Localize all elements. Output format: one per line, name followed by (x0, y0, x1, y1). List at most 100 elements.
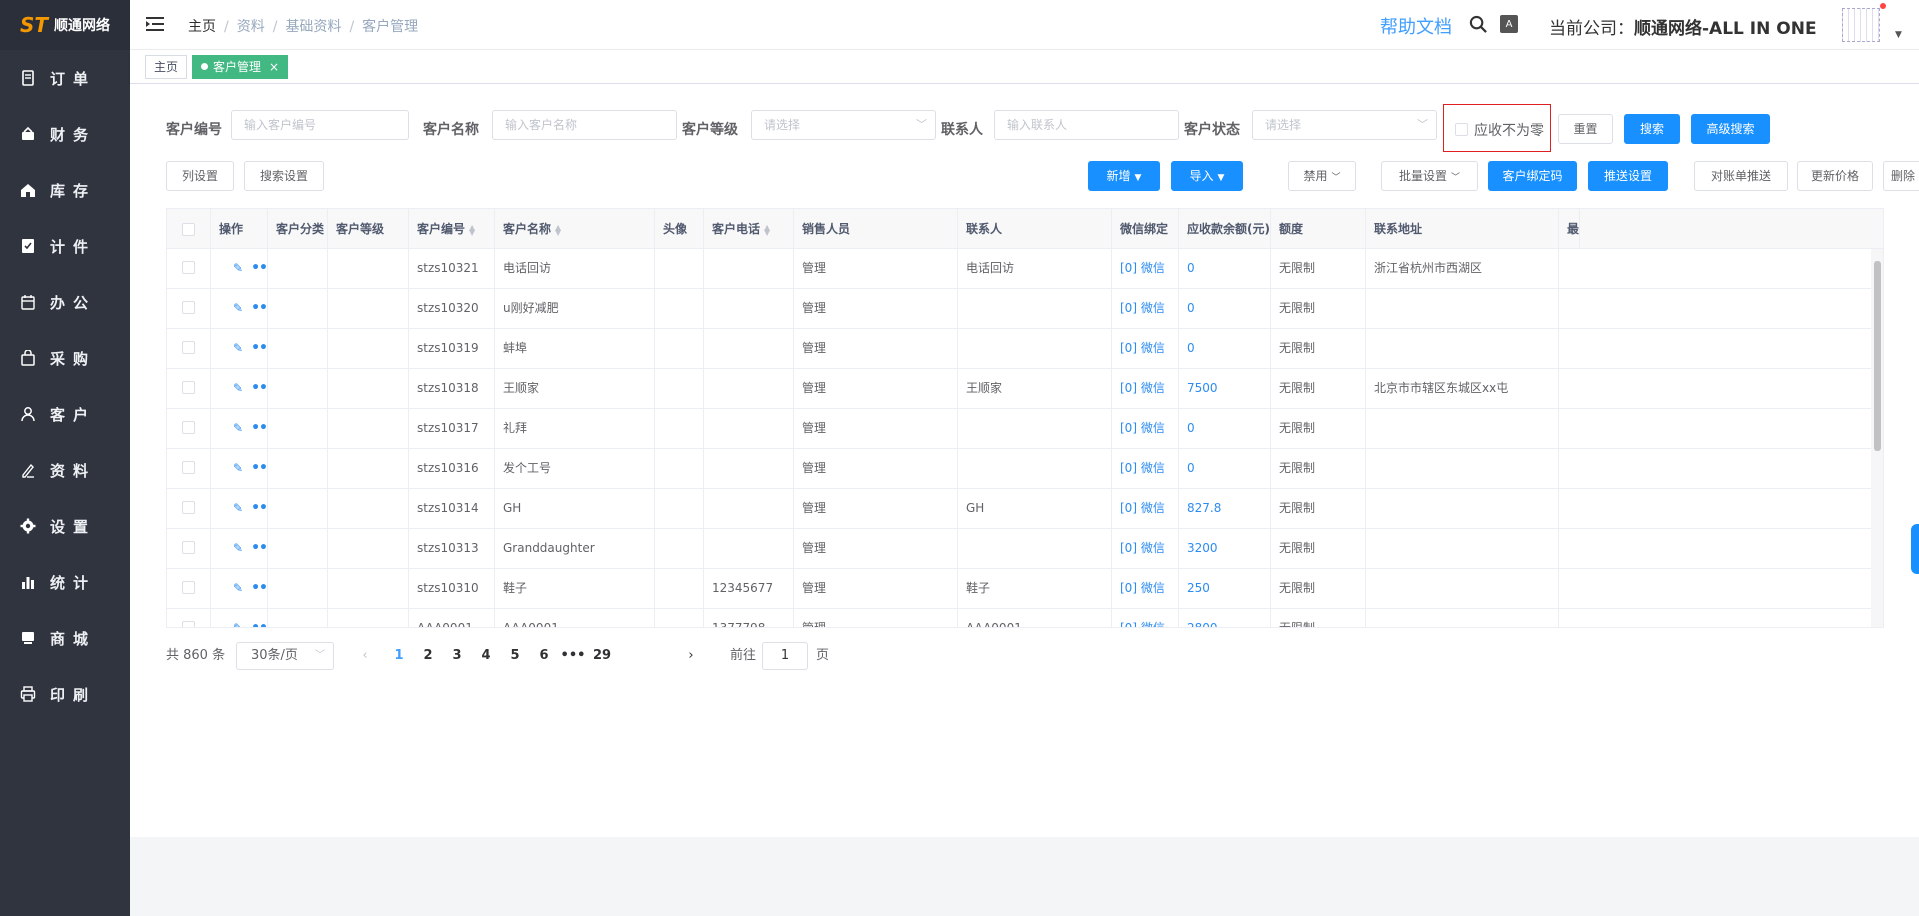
more-icon[interactable]: ••• (251, 340, 267, 356)
avatar[interactable] (1842, 8, 1880, 42)
more-icon[interactable]: ••• (251, 620, 267, 627)
table-cell[interactable]: [0] 微信 (1112, 529, 1179, 569)
table-row[interactable]: ✎ ••• stzs10317礼拜 管理 [0] 微信0无限制 (167, 409, 1883, 449)
row-checkbox[interactable] (182, 421, 195, 434)
sidebar-item-customer[interactable]: 客户 (0, 386, 130, 442)
edit-icon[interactable]: ✎ (233, 581, 243, 595)
more-icon[interactable]: ••• (251, 500, 267, 516)
update-price-button[interactable]: 更新价格 (1797, 161, 1873, 191)
customer-status-select[interactable]: 请选择 ﹀ (1252, 110, 1437, 140)
page-number[interactable]: 5 (500, 642, 530, 672)
push-settings-button[interactable]: 推送设置 (1588, 161, 1668, 191)
table-row[interactable]: ✎•••stzs10310鞋子12345677管理鞋子[0] 微信250无限制 (167, 569, 1883, 609)
page-size-select[interactable]: 30条/页 ﹀ (236, 642, 334, 670)
table-row[interactable]: ✎•••stzs10314GH管理GH[0] 微信827.8无限制 (167, 489, 1883, 529)
page-number[interactable]: 29 (587, 642, 617, 672)
table-cell[interactable]: 250 (1179, 569, 1271, 609)
more-icon[interactable]: ••• (251, 420, 267, 436)
table-cell[interactable]: 0 (1179, 329, 1271, 369)
table-row[interactable]: ✎ ••• stzs10319蚌埠 管理 [0] 微信0无限制 (167, 329, 1883, 369)
table-cell[interactable]: 0 (1179, 409, 1271, 449)
page-number[interactable]: 1 (384, 642, 414, 672)
add-button[interactable]: 新增 ▼ (1088, 161, 1160, 191)
row-checkbox[interactable] (182, 301, 195, 314)
table-row[interactable]: ✎•••stzs10321电话回访管理电话回访[0] 微信0无限制浙江省杭州市西… (167, 249, 1883, 289)
edit-icon[interactable]: ✎ (233, 621, 243, 627)
table-cell[interactable]: [0] 微信 (1112, 489, 1179, 529)
logo[interactable]: ST 顺通网络 (0, 0, 130, 50)
edit-icon[interactable]: ✎ (233, 381, 243, 395)
sidebar-item-order[interactable]: 订单 (0, 50, 130, 106)
contact-input[interactable]: 输入联系人 (994, 110, 1179, 140)
next-page-icon[interactable]: › (676, 642, 706, 672)
more-icon[interactable]: ••• (251, 580, 267, 596)
edit-icon[interactable]: ✎ (233, 261, 243, 275)
more-icon[interactable]: ••• (251, 300, 267, 316)
edit-icon[interactable]: ✎ (233, 301, 243, 315)
table-cell[interactable]: 7500 (1179, 369, 1271, 409)
sidebar-item-settings[interactable]: 设置 (0, 498, 130, 554)
column-header[interactable]: 客户电话 ▲ ▼ (704, 209, 794, 249)
table-cell[interactable]: [0] 微信 (1112, 569, 1179, 609)
row-checkbox[interactable] (182, 621, 195, 627)
edit-icon[interactable]: ✎ (233, 461, 243, 475)
goto-page-input[interactable]: 1 (762, 642, 808, 670)
sidebar-item-mall[interactable]: 商城 (0, 610, 130, 666)
sidebar-item-office[interactable]: 办公 (0, 274, 130, 330)
row-checkbox[interactable] (182, 541, 195, 554)
batch-settings-button[interactable]: 批量设置 ﹀ (1381, 161, 1478, 191)
vertical-scrollbar[interactable] (1871, 249, 1883, 627)
more-icon[interactable]: ••• (251, 540, 267, 556)
edit-icon[interactable]: ✎ (233, 421, 243, 435)
sort-icon[interactable]: ▲ ▼ (764, 223, 770, 236)
sidebar-item-print[interactable]: 印刷 (0, 666, 130, 722)
checkbox[interactable] (1455, 122, 1468, 136)
customer-level-select[interactable]: 请选择 ﹀ (751, 110, 936, 140)
table-cell[interactable]: [0] 微信 (1112, 249, 1179, 289)
more-icon[interactable]: ••• (251, 260, 267, 276)
close-icon[interactable]: × (269, 60, 279, 74)
disable-button[interactable]: 禁用 ﹀ (1288, 161, 1356, 191)
table-cell[interactable]: 3200 (1179, 529, 1271, 569)
page-number[interactable]: ••• (558, 642, 588, 672)
customer-name-input[interactable]: 输入客户名称 (492, 110, 677, 140)
table-row[interactable]: ✎ ••• stzs10320u刚好减肥 管理 [0] 微信0无限制 (167, 289, 1883, 329)
row-checkbox[interactable] (182, 461, 195, 474)
nonzero-receivable-checkbox[interactable]: 应收不为零 (1455, 120, 1544, 140)
breadcrumb-item[interactable]: 主页 (188, 19, 216, 35)
prev-page-icon[interactable]: ‹ (350, 642, 380, 672)
search-button[interactable]: 搜索 (1624, 114, 1680, 144)
table-row[interactable]: ✎ ••• stzs10316发个工号 管理 [0] 微信0无限制 (167, 449, 1883, 489)
column-header[interactable]: 客户编号 ▲ ▼ (409, 209, 495, 249)
help-docs-link[interactable]: 帮助文档 (1380, 13, 1452, 39)
sort-icon[interactable]: ▲ ▼ (469, 223, 475, 236)
customer-bind-code-button[interactable]: 客户绑定码 (1488, 161, 1577, 191)
sidebar-item-piecework[interactable]: 计件 (0, 218, 130, 274)
page-number[interactable]: 6 (529, 642, 559, 672)
row-checkbox[interactable] (182, 341, 195, 354)
table-cell[interactable]: 827.8 (1179, 489, 1271, 529)
customer-code-input[interactable]: 输入客户编号 (231, 110, 409, 140)
sort-icon[interactable]: ▲ ▼ (555, 223, 561, 236)
tag-home[interactable]: 主页 (145, 55, 188, 79)
sidebar-item-finance[interactable]: 财务 (0, 106, 130, 162)
sidebar-item-inventory[interactable]: 库存 (0, 162, 130, 218)
page-number[interactable]: 4 (471, 642, 501, 672)
edit-icon[interactable]: ✎ (233, 541, 243, 555)
delete-button[interactable]: 删除 (1883, 161, 1919, 191)
row-checkbox[interactable] (182, 261, 195, 274)
column-header[interactable]: 客户名称 ▲ ▼ (495, 209, 655, 249)
font-size-icon[interactable]: A (1500, 15, 1518, 33)
table-cell[interactable]: [0] 微信 (1112, 289, 1179, 329)
tag-customer-management[interactable]: 客户管理 × (192, 55, 289, 79)
row-checkbox[interactable] (182, 501, 195, 514)
sidebar-item-purchase[interactable]: 采购 (0, 330, 130, 386)
row-checkbox[interactable] (182, 581, 195, 594)
search-icon[interactable] (1469, 15, 1488, 34)
table-row[interactable]: ✎•••AAA0001...AAA0001...1377798管理AAA0001… (167, 609, 1883, 627)
column-settings-button[interactable]: 列设置 (166, 161, 234, 191)
row-checkbox[interactable] (182, 381, 195, 394)
sidebar-item-data[interactable]: 资料 (0, 442, 130, 498)
side-drawer-handle[interactable] (1911, 524, 1919, 574)
menu-toggle-icon[interactable] (146, 16, 164, 32)
